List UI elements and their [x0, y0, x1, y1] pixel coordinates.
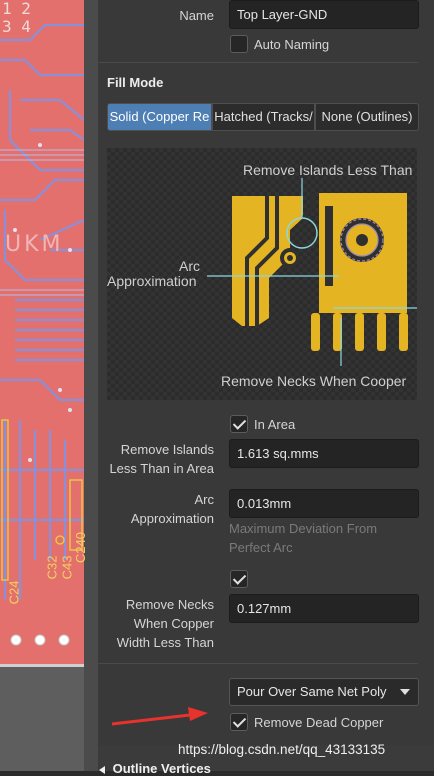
remove-islands-label-line2: Less Than in Area: [109, 461, 214, 476]
remove-dead-copper-label: Remove Dead Copper: [254, 715, 384, 730]
remove-dead-copper-checkbox[interactable]: [230, 713, 248, 731]
remove-necks-label-line2: When Copper: [133, 616, 214, 631]
remove-necks-label-line1: Remove Necks: [125, 597, 214, 612]
arc-hint-line2: Perfect Arc: [229, 540, 293, 555]
in-area-checkbox[interactable]: [230, 415, 248, 433]
collapse-triangle-icon: [99, 765, 105, 774]
pour-over-dropdown[interactable]: Pour Over Same Net Poly: [229, 678, 419, 706]
arc-hint-line1: Maximum Deviation From: [229, 521, 378, 536]
pcb-label-c24: C24: [6, 580, 22, 605]
pcb-label-c240: C240: [73, 531, 89, 564]
fill-mode-solid-button[interactable]: Solid (Copper Re: [107, 103, 212, 131]
auto-naming-label: Auto Naming: [254, 37, 330, 52]
fill-mode-hatched-button[interactable]: Hatched (Tracks/: [212, 103, 315, 131]
pcb-board-graphic: [0, 0, 98, 771]
polygon-properties-section: Name Top Layer-GND Auto Naming Fill Mode…: [98, 0, 434, 745]
divider: [98, 62, 418, 63]
pour-over-value: Pour Over Same Net Poly: [237, 684, 387, 699]
divider: [98, 663, 418, 664]
name-label: Name: [179, 8, 214, 23]
chevron-down-icon: [400, 689, 410, 695]
watermark-text: https://blog.csdn.net/qq_43133135: [178, 742, 386, 757]
arc-approximation-label-line2: Approximation: [130, 511, 214, 526]
pcb-editor-view[interactable]: 1 2 3 4 UKM C32 C43 C240 C24: [0, 0, 98, 771]
arc-approximation-input[interactable]: 0.013mm: [229, 489, 419, 518]
fill-mode-none-button[interactable]: None (Outlines): [315, 103, 419, 131]
arc-caption-line2: Approximation: [107, 273, 197, 289]
remove-islands-input[interactable]: 1.613 sq.mms: [229, 439, 419, 468]
pcb-label-top: 1 2 3 4: [2, 0, 31, 36]
fill-mode-illustration: Remove Islands Less Than Arc Approximati…: [107, 148, 417, 400]
in-area-label: In Area: [254, 417, 296, 432]
auto-naming-checkbox[interactable]: [230, 35, 248, 53]
remove-islands-caption: Remove Islands Less Than: [243, 162, 413, 178]
remove-necks-label-line3: Width Less Than: [116, 635, 214, 650]
remove-necks-caption: Remove Necks When Cooper: [221, 373, 407, 389]
arc-approximation-label-line1: Arc: [194, 492, 215, 507]
red-arrow-annotation: [111, 707, 208, 726]
fill-mode-title: Fill Mode: [107, 75, 164, 90]
remove-islands-label-line1: Remove Islands: [120, 442, 214, 457]
pcb-label-c32: C32: [44, 555, 60, 580]
pcb-label-ukm: UKM: [5, 232, 64, 257]
outline-vertices-label: Outline Vertices: [112, 761, 211, 776]
arc-caption-line1: Arc: [179, 258, 200, 274]
remove-necks-input[interactable]: 0.127mm: [229, 594, 419, 623]
properties-panel: Name Top Layer-GND Auto Naming Fill Mode…: [98, 0, 434, 771]
remove-necks-checkbox[interactable]: [230, 570, 248, 588]
outline-vertices-header[interactable]: Outline Vertices: [99, 761, 211, 776]
name-input[interactable]: Top Layer-GND: [229, 0, 419, 29]
